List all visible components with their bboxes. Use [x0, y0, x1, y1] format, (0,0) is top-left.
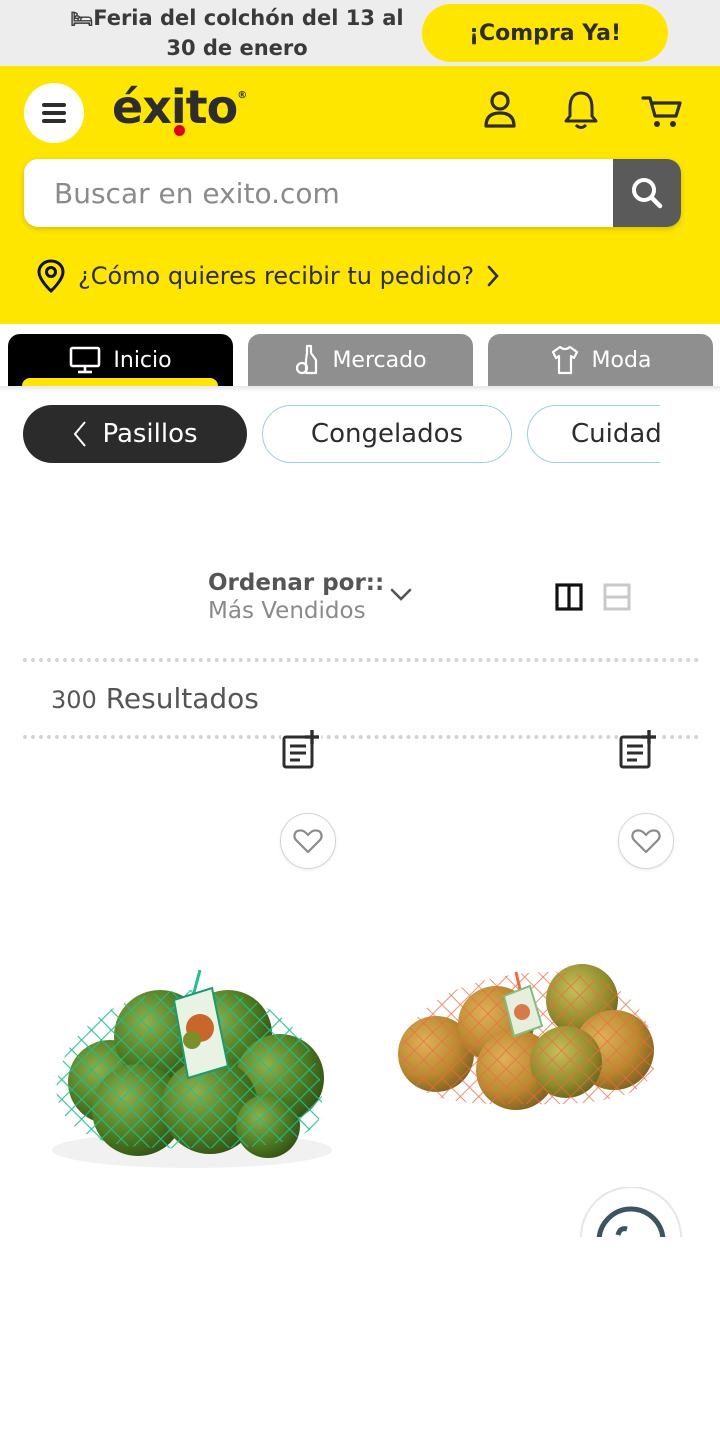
menu-button[interactable] [24, 83, 84, 143]
promo-banner: 🛏Feria del colchón del 13 al 30 de enero… [0, 0, 720, 66]
add-to-list-button[interactable] [281, 729, 321, 769]
promo-message: Feria del colchón del 13 al 30 de enero [93, 6, 404, 60]
results-label: Resultados [105, 682, 259, 715]
favorite-button[interactable] [618, 813, 674, 869]
user-icon[interactable] [480, 88, 520, 132]
grid-view-icon[interactable] [555, 583, 583, 611]
product-image-green-mandarins[interactable] [42, 960, 340, 1190]
chat-icon [580, 1187, 682, 1237]
chip-cuidado-label: Cuidado [571, 419, 660, 449]
aisle-chips: Pasillos Congelados Cuidado [23, 405, 660, 463]
buy-now-button[interactable]: ¡Compra Ya! [422, 4, 668, 62]
dotted-divider [23, 735, 699, 739]
bottle-icon [294, 344, 320, 376]
chip-congelados[interactable]: Congelados [262, 405, 512, 463]
list-view-icon[interactable] [603, 583, 631, 611]
tab-mercado-label: Mercado [332, 347, 427, 373]
chip-cuidado[interactable]: Cuidado [527, 405, 660, 463]
search-button[interactable] [613, 159, 681, 227]
heart-icon [631, 829, 661, 854]
tab-mercado[interactable]: Mercado [248, 334, 473, 386]
chip-pasillos[interactable]: Pasillos [23, 405, 247, 463]
category-tabs: Inicio Mercado Moda [0, 324, 720, 386]
delivery-text: ¿Cómo quieres recibir tu pedido? [78, 262, 475, 290]
chevron-left-icon [74, 421, 87, 447]
chip-congelados-label: Congelados [310, 419, 464, 449]
site-header: éxito® ¿Cómo quieres recibir tu pedido? [0, 66, 720, 324]
results-count: 300 Resultados [51, 682, 259, 715]
chip-pasillos-label: Pasillos [102, 419, 198, 449]
add-to-list-icon [619, 730, 656, 769]
results-number: 300 [51, 686, 97, 714]
logo-registered-mark: ® [237, 90, 247, 101]
sort-selector[interactable]: Ordenar por:: Más Vendidos [208, 570, 384, 624]
tab-active-indicator [22, 378, 218, 386]
chevron-down-icon[interactable] [390, 588, 412, 602]
monitor-icon [69, 346, 101, 374]
logo-dot [174, 125, 185, 136]
favorite-button[interactable] [280, 813, 336, 869]
product-image-orange-mandarins[interactable] [396, 958, 660, 1114]
shirt-icon [550, 344, 580, 376]
sort-value: Más Vendidos [208, 598, 366, 624]
delivery-selector[interactable]: ¿Cómo quieres recibir tu pedido? [36, 256, 500, 296]
chevron-right-icon [487, 265, 499, 287]
heart-icon [293, 829, 323, 854]
dotted-divider [23, 658, 699, 662]
search-bar [24, 159, 681, 227]
tab-inicio[interactable]: Inicio [8, 334, 233, 386]
add-to-list-button[interactable] [618, 729, 658, 769]
tab-moda[interactable]: Moda [488, 334, 713, 386]
promo-text: 🛏Feria del colchón del 13 al 30 de enero [60, 4, 414, 62]
bed-icon: 🛏 [70, 9, 94, 30]
chat-button[interactable] [580, 1187, 683, 1237]
add-to-list-icon [282, 730, 319, 769]
location-pin-icon [37, 259, 65, 294]
sort-label: Ordenar por:: [208, 570, 385, 596]
search-input[interactable] [24, 159, 613, 227]
cart-icon[interactable] [640, 88, 684, 132]
search-icon [632, 178, 663, 209]
tabs-divider [0, 386, 720, 392]
tab-moda-label: Moda [591, 347, 652, 373]
tab-inicio-label: Inicio [113, 347, 172, 373]
bell-icon[interactable] [561, 88, 601, 132]
hamburger-icon [42, 103, 66, 123]
